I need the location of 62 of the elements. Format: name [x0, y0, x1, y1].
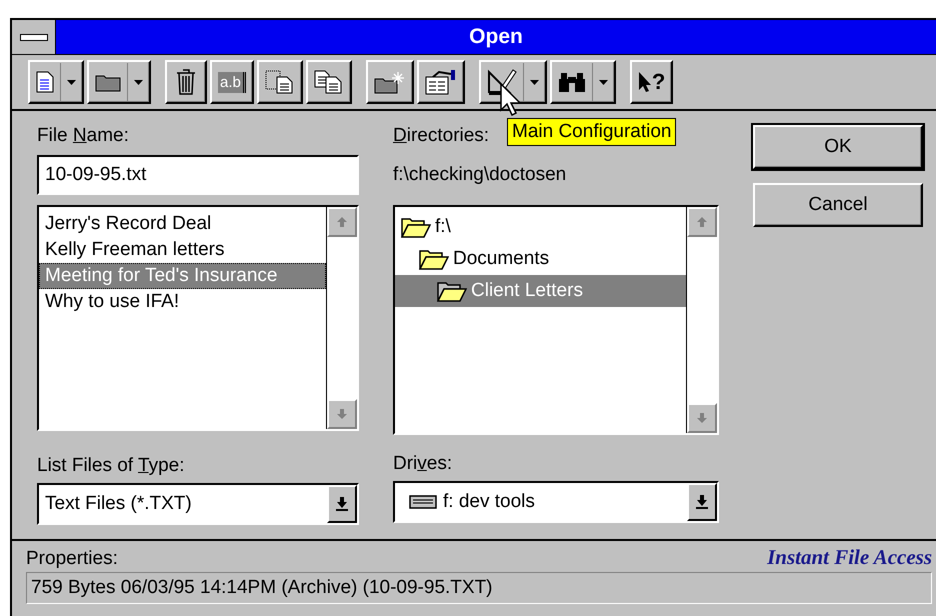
file-type-label: List Files of Type:: [37, 454, 185, 478]
file-name-label: File Name:: [37, 124, 129, 148]
rename-icon: a.b: [218, 72, 246, 92]
folder-button[interactable]: [87, 60, 151, 104]
dropdown-arrow-icon: [336, 497, 348, 511]
arrow-up-icon: [336, 216, 348, 228]
file-list-item[interactable]: Kelly Freeman letters: [39, 237, 326, 263]
drives-dropdown[interactable]: f: dev tools: [393, 481, 719, 523]
rename-button[interactable]: a.b: [210, 60, 254, 104]
copy-to-icon: [264, 70, 295, 94]
document-icon: [36, 71, 54, 93]
copy-button[interactable]: [306, 60, 352, 104]
arrow-down-icon: [696, 412, 708, 424]
scrollbar[interactable]: [686, 207, 717, 433]
arrow-up-icon: [696, 216, 708, 228]
file-list-item[interactable]: Meeting for Ted's Insurance: [39, 263, 326, 289]
open-folder-icon: [419, 248, 449, 270]
copy-icon: [314, 70, 344, 94]
ok-button[interactable]: OK: [753, 125, 923, 169]
trash-icon: [176, 69, 196, 95]
binoculars-icon: [558, 71, 586, 93]
new-document-button[interactable]: [28, 60, 84, 104]
directories-label: Directories:: [393, 124, 490, 148]
cancel-button[interactable]: Cancel: [753, 183, 923, 227]
open-folder-icon: [437, 280, 467, 302]
directory-item[interactable]: Documents: [395, 243, 686, 275]
properties-label: Properties:: [26, 547, 118, 571]
directory-item[interactable]: Client Letters: [395, 275, 686, 307]
open-folder-icon: [401, 216, 431, 238]
file-list-item[interactable]: Jerry's Record Deal: [39, 211, 326, 237]
caret-icon: [134, 80, 143, 84]
system-menu-button[interactable]: [12, 20, 56, 54]
file-list-item[interactable]: Why to use IFA!: [39, 289, 326, 315]
new-folder-button[interactable]: [366, 60, 414, 104]
file-name-field[interactable]: 10-09-95.txt: [37, 155, 359, 195]
search-button[interactable]: [550, 60, 616, 104]
trash-button[interactable]: [165, 60, 207, 104]
window-title: Open: [468, 24, 524, 50]
drives-label: Drives:: [393, 452, 452, 476]
properties-button[interactable]: [416, 60, 465, 104]
dropdown-arrow-icon: [696, 495, 708, 509]
scroll-up-button[interactable]: [687, 207, 717, 237]
file-properties-field: 759 Bytes 06/03/95 14:14PM (Archive) (10-09-95.TXT): [26, 572, 932, 604]
help-button[interactable]: ?: [630, 60, 674, 104]
file-type-dropdown[interactable]: Text Files (*.TXT): [37, 483, 359, 525]
current-path: f:\checking\doctosen: [393, 163, 568, 187]
scroll-down-button[interactable]: [327, 399, 357, 429]
directory-item[interactable]: f:\: [395, 211, 686, 243]
brand-name: Instant File Access: [767, 545, 932, 570]
properties-icon: [424, 69, 457, 95]
caret-icon: [598, 80, 608, 84]
scroll-up-button[interactable]: [327, 207, 357, 237]
scrollbar[interactable]: [326, 207, 357, 429]
drive-icon: [409, 495, 437, 509]
scroll-down-button[interactable]: [687, 403, 717, 433]
tooltip: Main Configuration: [507, 118, 676, 146]
tools-button[interactable]: [478, 60, 547, 104]
copy-to-button[interactable]: [256, 60, 303, 104]
caret-icon: [530, 80, 539, 84]
folder-sparkle-icon: [374, 70, 406, 94]
caret-icon: [67, 80, 76, 84]
arrow-down-icon: [336, 408, 348, 420]
